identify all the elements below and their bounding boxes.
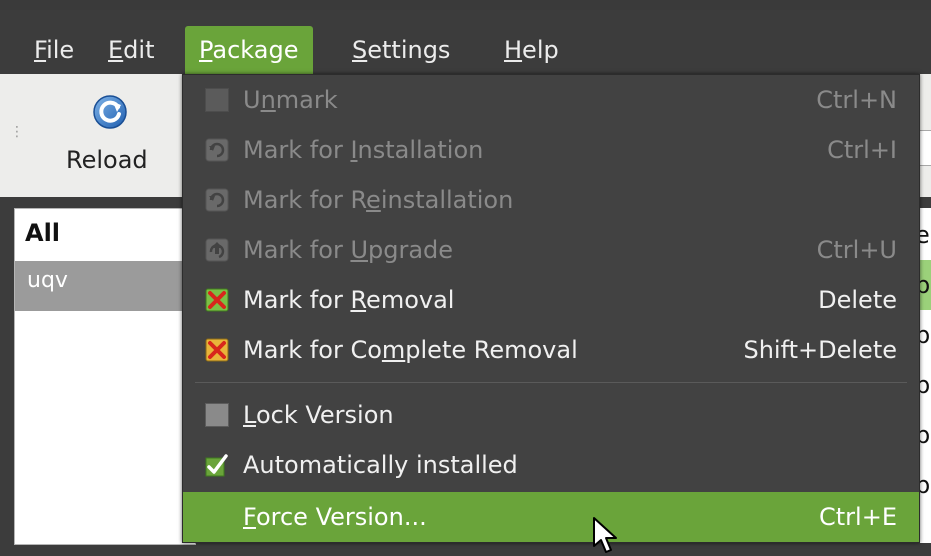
menu-item-shortcut: Shift+Delete — [743, 336, 897, 364]
menu-file-accel: F — [34, 36, 47, 64]
menu-item-mark-reinstallation[interactable]: Mark for Reinstallation — [183, 175, 919, 225]
filter-item-selected[interactable]: uqv — [15, 261, 195, 311]
menu-settings[interactable]: Settings — [338, 26, 464, 74]
menu-item-shortcut: Delete — [818, 286, 897, 314]
menu-item-label: Mark for Removal — [243, 286, 455, 314]
menu-item-shortcut: Ctrl+E — [819, 503, 897, 531]
menu-item-shortcut: Ctrl+N — [816, 86, 897, 114]
menu-settings-label: ettings — [367, 36, 451, 64]
menu-item-shortcut: Ctrl+I — [827, 136, 897, 164]
menu-item-automatically-installed[interactable]: Automatically installed — [183, 440, 919, 490]
menu-edit[interactable]: Edit — [94, 26, 168, 74]
checkbox-checked-icon — [205, 454, 228, 477]
reinstall-icon — [205, 188, 229, 212]
menu-item-label: Mark for Installation — [243, 136, 484, 164]
menu-item-lock-version[interactable]: Lock Version — [183, 390, 919, 440]
reload-button[interactable]: Reload — [56, 88, 176, 188]
menu-item-shortcut: Ctrl+U — [816, 236, 897, 264]
menu-help[interactable]: Help — [490, 26, 573, 74]
menu-item-label: Force Version... — [243, 503, 427, 531]
package-menu-dropdown: Unmark Ctrl+N Mark for Installation Ctrl… — [182, 74, 920, 543]
filter-list: All uqv — [14, 208, 196, 545]
menu-item-label: Mark for Reinstallation — [243, 186, 514, 214]
menu-package-accel: P — [199, 36, 213, 64]
menu-edit-label: dit — [123, 36, 155, 64]
menu-package-label: ackage — [212, 36, 299, 64]
menu-item-label: Automatically installed — [243, 451, 518, 479]
menu-help-accel: H — [504, 36, 523, 64]
menu-item-label: Mark for Upgrade — [243, 236, 454, 264]
checkbox-unchecked-icon — [205, 403, 229, 427]
menu-file[interactable]: File — [20, 26, 88, 74]
menu-item-force-version[interactable]: Force Version... Ctrl+E — [183, 492, 919, 542]
menu-item-label: Mark for Complete Removal — [243, 336, 578, 364]
menu-item-mark-installation[interactable]: Mark for Installation Ctrl+I — [183, 125, 919, 175]
reload-label: Reload — [66, 146, 148, 174]
toolbar-grip-icon[interactable]: ⋮ — [10, 124, 24, 140]
menu-item-label: Unmark — [243, 86, 338, 114]
upgrade-icon — [205, 238, 229, 262]
menu-item-unmark[interactable]: Unmark Ctrl+N — [183, 75, 919, 125]
menubar: File Edit Package Settings Help — [0, 10, 931, 75]
menu-edit-accel: E — [108, 36, 124, 64]
filter-all[interactable]: All — [25, 219, 60, 247]
install-icon — [205, 138, 229, 162]
menu-separator — [195, 382, 907, 383]
menu-settings-accel: S — [352, 36, 368, 64]
menu-file-label: ile — [46, 36, 75, 64]
menu-help-label: elp — [522, 36, 559, 64]
mouse-cursor-icon — [593, 517, 617, 553]
menu-item-mark-complete-removal[interactable]: Mark for Complete Removal Shift+Delete — [183, 325, 919, 375]
removal-icon — [205, 288, 229, 312]
unmark-icon — [205, 88, 229, 112]
window-titlebar — [0, 0, 931, 10]
menu-item-mark-upgrade[interactable]: Mark for Upgrade Ctrl+U — [183, 225, 919, 275]
menu-item-mark-removal[interactable]: Mark for Removal Delete — [183, 275, 919, 325]
menu-item-label: Lock Version — [243, 401, 394, 429]
reload-icon — [93, 95, 127, 129]
complete-removal-icon — [205, 338, 229, 362]
menu-package[interactable]: Package — [185, 26, 313, 74]
